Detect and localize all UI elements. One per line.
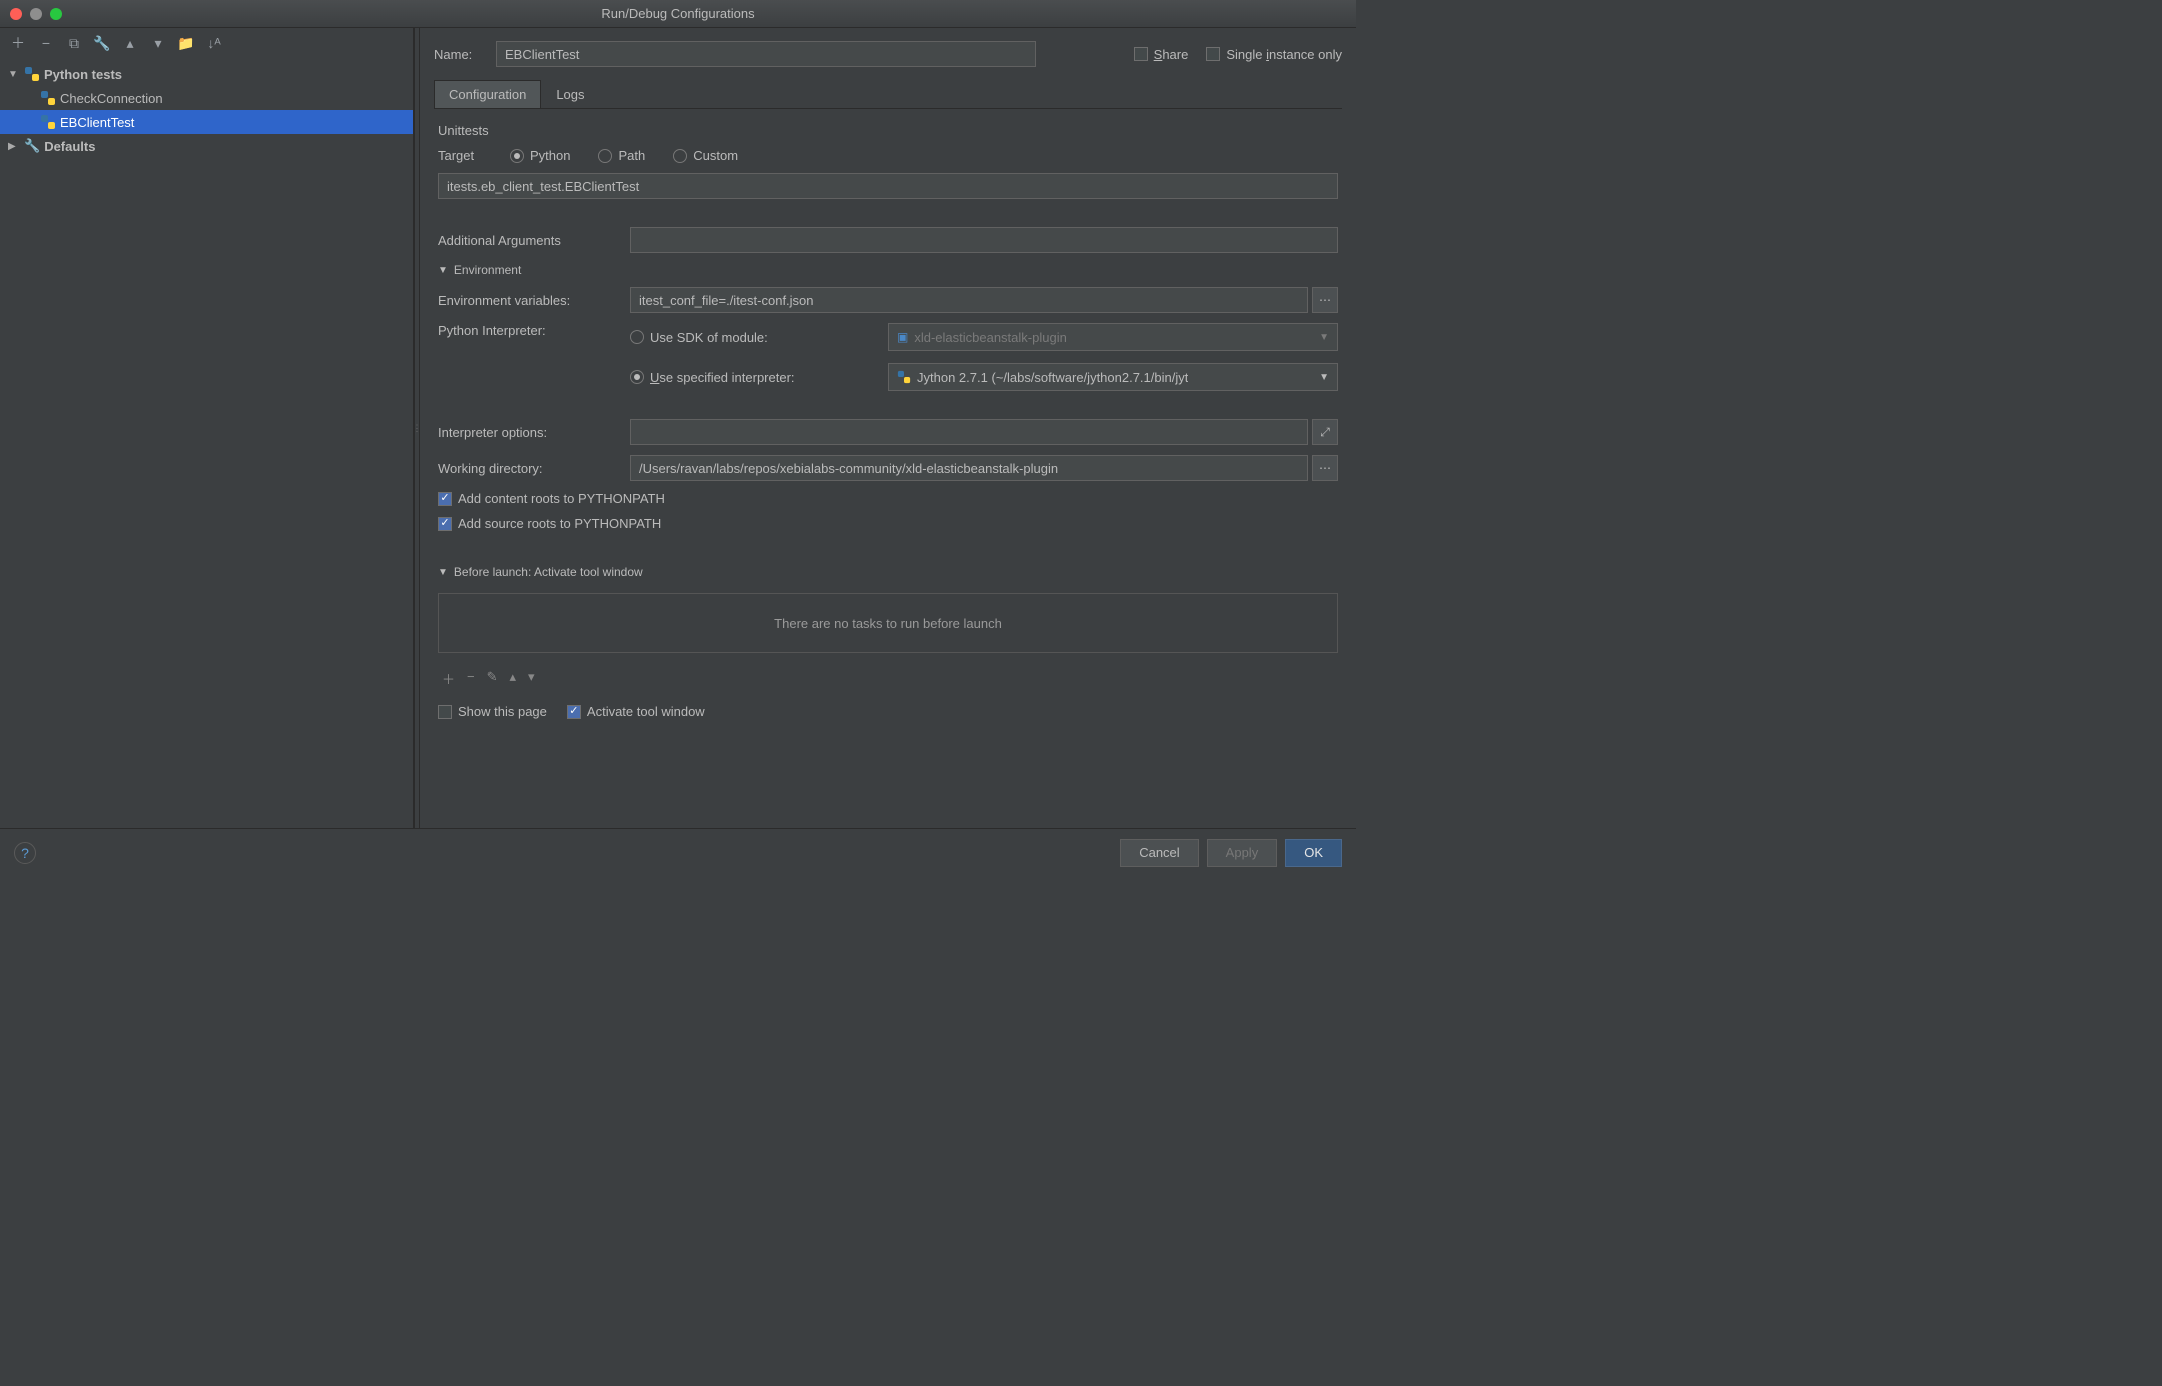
minimize-window-icon[interactable] xyxy=(30,8,42,20)
name-label: Name: xyxy=(434,47,484,62)
share-checkbox[interactable]: SSharehare xyxy=(1134,47,1189,62)
show-this-page-checkbox[interactable]: Show this page xyxy=(438,704,547,719)
radio-icon xyxy=(630,330,644,344)
working-dir-input[interactable] xyxy=(630,455,1308,481)
target-value-input[interactable] xyxy=(438,173,1338,199)
tree-group-label: Defaults xyxy=(44,139,95,154)
interpreter-dropdown[interactable]: Jython 2.7.1 (~/labs/software/jython2.7.… xyxy=(888,363,1338,391)
additional-args-label: Additional Arguments xyxy=(438,233,618,248)
configurations-tree: ▼ Python tests CheckConnection EBClientT… xyxy=(0,58,413,158)
expand-arrow-icon: ▼ xyxy=(8,69,20,80)
move-up-icon[interactable]: ▴ xyxy=(122,35,138,51)
working-dir-browse-button[interactable]: ⋯ xyxy=(1312,455,1338,481)
before-launch-expander[interactable]: ▼ Before launch: Activate tool window xyxy=(438,565,1338,579)
move-down-task-icon[interactable]: ▾ xyxy=(528,669,535,688)
apply-button[interactable]: Apply xyxy=(1207,839,1278,867)
working-dir-label: Working directory: xyxy=(438,461,618,476)
python-file-icon xyxy=(40,114,56,130)
additional-args-input[interactable] xyxy=(630,227,1338,253)
chevron-down-icon: ▼ xyxy=(1319,332,1329,343)
help-icon[interactable]: ? xyxy=(14,842,36,864)
checkbox-icon xyxy=(438,492,452,506)
radio-icon xyxy=(510,149,524,163)
name-input[interactable] xyxy=(496,41,1036,67)
edit-task-icon[interactable]: ✎ xyxy=(487,669,498,688)
expand-field-button[interactable]: ⤢ xyxy=(1312,419,1338,445)
edit-defaults-icon[interactable]: 🔧 xyxy=(94,35,110,51)
copy-configuration-icon[interactable]: ⧉ xyxy=(66,35,82,51)
env-vars-browse-button[interactable]: ⋯ xyxy=(1312,287,1338,313)
checkbox-icon xyxy=(567,705,581,719)
defaults-icon: 🔧 xyxy=(24,138,40,154)
tabs: Configuration Logs xyxy=(434,80,1342,109)
add-configuration-icon[interactable]: ＋ xyxy=(10,35,26,51)
expand-arrow-icon: ▶ xyxy=(8,141,20,152)
window-title: Run/Debug Configurations xyxy=(601,6,754,21)
folder-icon[interactable]: 📁 xyxy=(178,35,194,51)
python-interpreter-label: Python Interpreter: xyxy=(438,323,618,338)
module-icon: ▣ xyxy=(897,330,908,344)
radio-icon xyxy=(630,370,644,384)
chevron-down-icon: ▼ xyxy=(438,265,448,276)
sdk-module-dropdown[interactable]: ▣ xld-elasticbeanstalk-plugin ▼ xyxy=(888,323,1338,351)
sort-icon[interactable]: ↓ᴬ xyxy=(206,35,222,51)
before-launch-toolbar: ＋ − ✎ ▴ ▾ xyxy=(438,663,1338,694)
checkbox-icon xyxy=(438,517,452,531)
tab-logs[interactable]: Logs xyxy=(541,80,599,108)
python-tests-icon xyxy=(24,66,40,82)
activate-tool-window-checkbox[interactable]: Activate tool window xyxy=(567,704,705,719)
env-vars-label: Environment variables: xyxy=(438,293,618,308)
tree-group-label: Python tests xyxy=(44,67,122,82)
before-launch-list: There are no tasks to run before launch xyxy=(438,593,1338,653)
chevron-down-icon: ▼ xyxy=(1319,372,1329,383)
tree-item-label: EBClientTest xyxy=(60,115,134,130)
radio-icon xyxy=(598,149,612,163)
tree-item-ebclienttest[interactable]: EBClientTest xyxy=(0,110,413,134)
add-source-roots-checkbox[interactable]: Add source roots to PYTHONPATH xyxy=(438,516,1338,531)
sidebar-toolbar: ＋ − ⧉ 🔧 ▴ ▾ 📁 ↓ᴬ xyxy=(0,28,413,58)
environment-expander[interactable]: ▼ Environment xyxy=(438,263,1338,277)
main-panel: Name: SSharehare Single instance only Co… xyxy=(420,28,1356,828)
move-up-task-icon[interactable]: ▴ xyxy=(510,669,517,688)
target-python-radio[interactable]: Python xyxy=(510,148,570,163)
remove-task-icon[interactable]: − xyxy=(467,669,475,688)
checkbox-icon xyxy=(438,705,452,719)
tab-configuration[interactable]: Configuration xyxy=(434,80,541,108)
python-icon xyxy=(897,370,911,384)
chevron-down-icon: ▼ xyxy=(438,567,448,578)
interpreter-options-label: Interpreter options: xyxy=(438,425,618,440)
use-specified-radio[interactable]: Use specified interpreter: xyxy=(630,370,795,385)
single-instance-checkbox[interactable]: Single instance only xyxy=(1206,47,1342,62)
radio-icon xyxy=(673,149,687,163)
use-sdk-radio[interactable]: Use SDK of module: xyxy=(630,330,768,345)
tree-group-python-tests[interactable]: ▼ Python tests xyxy=(0,62,413,86)
checkbox-icon xyxy=(1206,47,1220,61)
python-file-icon xyxy=(40,90,56,106)
zoom-window-icon[interactable] xyxy=(50,8,62,20)
remove-configuration-icon[interactable]: − xyxy=(38,35,54,51)
target-label: Target xyxy=(438,148,498,163)
add-content-roots-checkbox[interactable]: Add content roots to PYTHONPATH xyxy=(438,491,1338,506)
unittests-header: Unittests xyxy=(438,123,1338,138)
window-controls xyxy=(10,8,62,20)
tree-item-checkconnection[interactable]: CheckConnection xyxy=(0,86,413,110)
tree-item-label: CheckConnection xyxy=(60,91,163,106)
add-task-icon[interactable]: ＋ xyxy=(442,669,455,688)
ok-button[interactable]: OK xyxy=(1285,839,1342,867)
checkbox-icon xyxy=(1134,47,1148,61)
cancel-button[interactable]: Cancel xyxy=(1120,839,1198,867)
tree-group-defaults[interactable]: ▶ 🔧 Defaults xyxy=(0,134,413,158)
target-path-radio[interactable]: Path xyxy=(598,148,645,163)
titlebar: Run/Debug Configurations xyxy=(0,0,1356,28)
env-vars-input[interactable] xyxy=(630,287,1308,313)
target-custom-radio[interactable]: Custom xyxy=(673,148,738,163)
interpreter-options-input[interactable] xyxy=(630,419,1308,445)
move-down-icon[interactable]: ▾ xyxy=(150,35,166,51)
close-window-icon[interactable] xyxy=(10,8,22,20)
configurations-sidebar: ＋ − ⧉ 🔧 ▴ ▾ 📁 ↓ᴬ ▼ Python tests CheckCon… xyxy=(0,28,414,828)
bottom-bar: ? Cancel Apply OK xyxy=(0,828,1356,876)
